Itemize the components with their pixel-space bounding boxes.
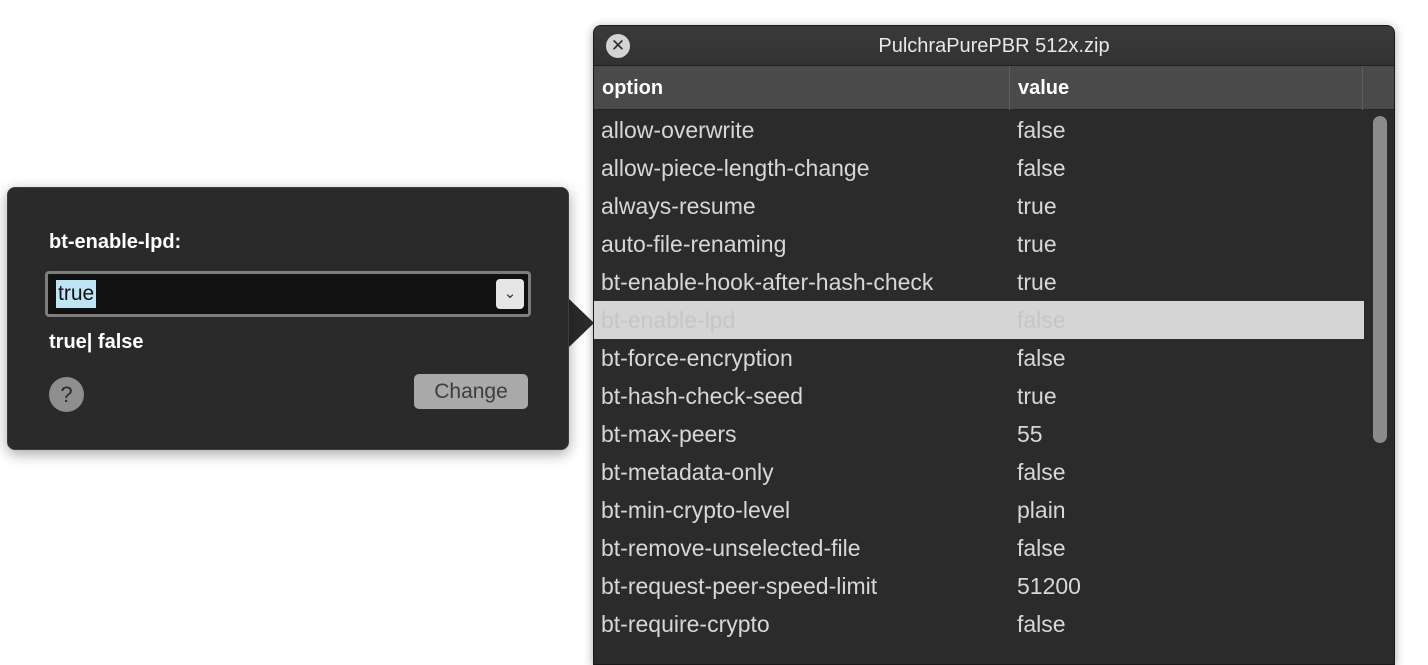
table-row[interactable]: bt-enable-hook-after-hash-check true (594, 263, 1364, 301)
table-row[interactable]: bt-require-crypto false (594, 605, 1364, 643)
value-cell: false (1017, 535, 1066, 561)
table-row[interactable]: bt-max-peers 55 (594, 415, 1364, 453)
option-cell: bt-force-encryption (601, 345, 793, 371)
value-cell: true (1017, 383, 1057, 409)
option-cell: bt-require-crypto (601, 611, 770, 637)
value-cell: true (1017, 269, 1057, 295)
value-combobox[interactable]: true ⌄ (45, 271, 531, 317)
value-cell: true (1017, 193, 1057, 219)
table-row[interactable]: bt-force-encryption false (594, 339, 1364, 377)
chevron-down-icon[interactable]: ⌄ (496, 279, 524, 309)
table-row[interactable]: bt-remove-unselected-file false (594, 529, 1364, 567)
vertical-scrollbar[interactable] (1369, 114, 1389, 664)
options-window: ✕ PulchraPurePBR 512x.zip option value a… (593, 25, 1395, 665)
option-cell: bt-enable-lpd (601, 307, 736, 333)
question-icon[interactable]: ? (49, 377, 84, 412)
column-header-value[interactable]: value (1010, 66, 1363, 110)
option-cell: bt-remove-unselected-file (601, 535, 861, 561)
option-cell: allow-overwrite (601, 117, 755, 143)
option-cell: bt-max-peers (601, 421, 737, 447)
table-row[interactable]: bt-request-peer-speed-limit 51200 (594, 567, 1364, 605)
table-row[interactable]: auto-file-renaming true (594, 225, 1364, 263)
window-title: PulchraPurePBR 512x.zip (878, 35, 1110, 57)
table-row[interactable]: always-resume true (594, 187, 1364, 225)
value-cell: 51200 (1017, 573, 1081, 599)
option-cell: bt-metadata-only (601, 459, 774, 485)
value-cell: false (1017, 117, 1066, 143)
option-cell: bt-enable-hook-after-hash-check (601, 269, 934, 295)
options-table: allow-overwrite false allow-piece-length-c… (594, 111, 1364, 643)
edit-popover: bt-enable-lpd: true ⌄ true| false ? Chan… (7, 187, 569, 450)
allowed-values-hint: true| false (49, 331, 144, 353)
table-row[interactable]: bt-metadata-only false (594, 453, 1364, 491)
window-titlebar[interactable]: ✕ PulchraPurePBR 512x.zip (594, 26, 1394, 66)
option-cell: auto-file-renaming (601, 231, 787, 257)
table-row[interactable]: allow-piece-length-change false (594, 149, 1364, 187)
field-label: bt-enable-lpd: (49, 231, 182, 253)
value-cell: true (1017, 231, 1057, 257)
option-cell: bt-min-crypto-level (601, 497, 791, 523)
table-row[interactable]: bt-min-crypto-level plain (594, 491, 1364, 529)
combobox-value[interactable]: true (56, 280, 97, 308)
option-cell: always-resume (601, 193, 756, 219)
popover-arrow (567, 297, 594, 349)
option-cell: bt-request-peer-speed-limit (601, 573, 878, 599)
scrollbar-thumb[interactable] (1373, 116, 1387, 443)
option-cell: bt-hash-check-seed (601, 383, 803, 409)
table-row[interactable]: bt-enable-lpd false (594, 301, 1364, 339)
option-cell: allow-piece-length-change (601, 155, 870, 181)
value-cell: 55 (1017, 421, 1043, 447)
column-header-option[interactable]: option (594, 66, 1010, 110)
value-cell: false (1017, 459, 1066, 485)
table-row[interactable]: allow-overwrite false (594, 111, 1364, 149)
value-cell: plain (1017, 497, 1066, 523)
value-cell: false (1017, 611, 1066, 637)
table-header: option value (594, 66, 1394, 110)
value-cell: false (1017, 307, 1066, 333)
table-row[interactable]: bt-hash-check-seed true (594, 377, 1364, 415)
value-cell: false (1017, 155, 1066, 181)
change-button[interactable]: Change (414, 374, 528, 409)
value-cell: false (1017, 345, 1066, 371)
